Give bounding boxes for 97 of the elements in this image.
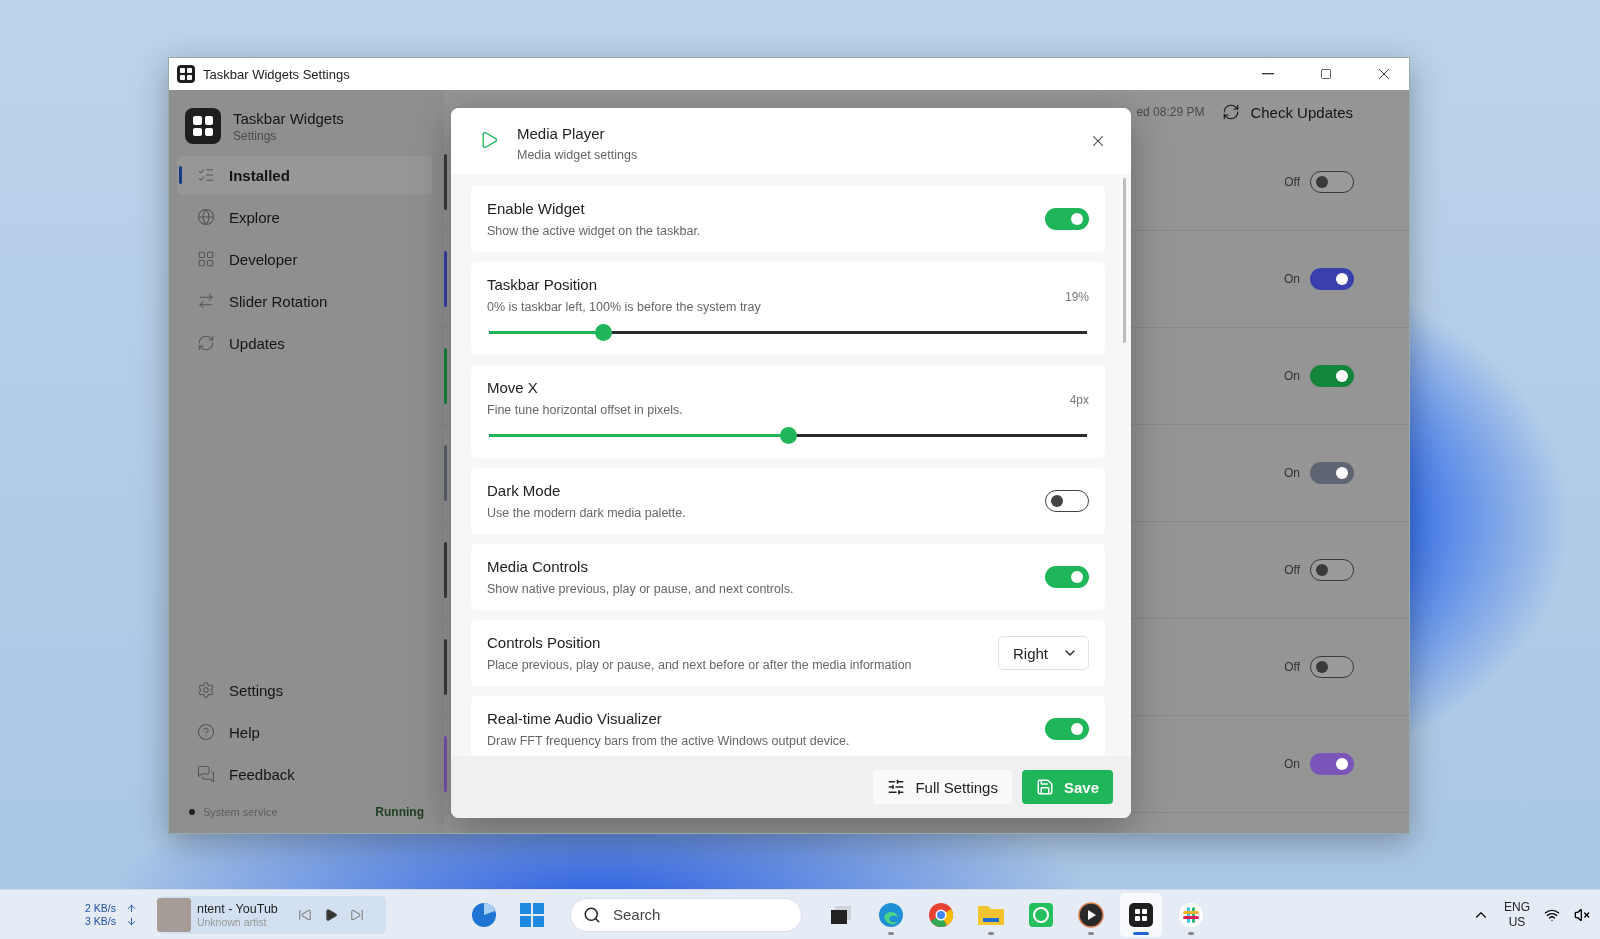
mute-icon[interactable]	[1574, 906, 1590, 923]
nav-icon	[197, 681, 215, 699]
setting-description: 0% is taskbar left, 100% is before the system tray	[487, 300, 762, 314]
next-icon	[349, 907, 364, 922]
widget-toggle[interactable]	[1310, 656, 1354, 678]
slider-value: 19%	[1064, 290, 1089, 304]
dialog-subtitle: Media widget settings	[517, 148, 639, 162]
nav-icon	[197, 292, 215, 310]
nav-item[interactable]: Updates	[177, 324, 432, 362]
search-input[interactable]: Search	[610, 905, 771, 924]
setting-description: Show native previous, play or pause, and next controls.	[487, 582, 795, 596]
down-arrow-icon	[125, 915, 137, 927]
toggle-state: Off	[1284, 563, 1300, 577]
chat-phone-icon	[1027, 901, 1054, 928]
setting-title: Real-time Audio Visualizer	[487, 710, 663, 727]
play-icon	[323, 907, 338, 922]
app-logo	[185, 108, 221, 144]
toggle-state: On	[1284, 272, 1300, 286]
full-settings-button[interactable]: Full Settings	[873, 770, 1012, 804]
setting-title: Media Controls	[487, 558, 589, 575]
setting-description: Draw FFT frequency bars from the active Windows output device.	[487, 734, 851, 748]
status-value: Running	[375, 805, 424, 819]
nav-icon	[197, 723, 215, 741]
minimize-icon	[1262, 73, 1274, 75]
app-name: Taskbar Widgets	[233, 109, 344, 127]
toggle-state: Off	[1284, 660, 1300, 674]
setting-description: Show the active widget on the taskbar.	[487, 224, 702, 238]
setting-title: Taskbar Position	[487, 276, 599, 293]
nav-icon	[197, 334, 215, 352]
dialog-title: Media Player	[517, 125, 606, 142]
setting-title: Controls Position	[487, 634, 602, 651]
scrollbar-thumb[interactable]	[1122, 178, 1126, 343]
sliders-icon	[887, 778, 906, 796]
nav-item[interactable]: Slider Rotation	[177, 282, 432, 320]
status-dot	[189, 809, 195, 815]
setting-title: Dark Mode	[487, 482, 562, 499]
window-title: Taskbar Widgets Settings	[203, 66, 351, 82]
check-updates-button[interactable]: Check Updates	[1216, 102, 1359, 122]
widget-toggle[interactable]	[1310, 268, 1354, 290]
download-speed: 3 KB/s	[85, 914, 116, 928]
refresh-icon	[1222, 103, 1241, 121]
toggle-switch[interactable]	[1045, 718, 1089, 740]
wave-circle-icon	[877, 901, 904, 928]
up-arrow-icon	[125, 902, 137, 914]
widget-toggle[interactable]	[1310, 462, 1354, 484]
maximize-icon	[1320, 68, 1332, 80]
toggle-state: Off	[1284, 175, 1300, 189]
slider-value: 4px	[1069, 393, 1089, 407]
toggle-state: On	[1284, 757, 1300, 771]
album-art-placeholder	[156, 897, 191, 932]
setting-title: Enable Widget	[487, 200, 586, 217]
nav-icon	[197, 765, 215, 783]
previous-icon	[297, 907, 312, 922]
toggle-state: On	[1284, 369, 1300, 383]
nav-item[interactable]: Settings	[177, 671, 432, 709]
setting-description: Place previous, play or pause, and next before or after the media information	[487, 658, 913, 672]
nav-icon	[197, 208, 215, 226]
nav-item[interactable]: Installed	[177, 156, 432, 194]
upload-speed: 2 KB/s	[85, 901, 116, 915]
app-subtitle: Settings	[233, 128, 278, 143]
nav-icon	[197, 166, 215, 184]
language-indicator[interactable]: ENG US	[1504, 899, 1530, 930]
search-icon	[582, 905, 601, 924]
nav-item[interactable]: Developer	[177, 240, 432, 278]
taskbar-app[interactable]	[1119, 892, 1162, 937]
hash-logo-icon	[1177, 901, 1204, 928]
nav-item[interactable]: Explore	[177, 198, 432, 236]
slider-thumb[interactable]	[594, 324, 612, 341]
toggle-switch[interactable]	[1045, 208, 1089, 230]
toggle-switch[interactable]	[1045, 566, 1089, 588]
nav-item[interactable]: Feedback	[177, 755, 432, 793]
widget-toggle[interactable]	[1310, 559, 1354, 581]
toggle-state: On	[1284, 466, 1300, 480]
browser-circle-icon	[927, 901, 954, 928]
play-circle-icon	[1077, 901, 1104, 928]
last-checked-text: ed 08:29 PM	[1136, 105, 1205, 119]
slider-thumb[interactable]	[780, 427, 797, 444]
media-artist: Unknown artist	[196, 915, 268, 928]
grid-app-icon	[1127, 901, 1154, 928]
pie-chart-icon	[470, 901, 497, 928]
app-icon	[177, 65, 195, 83]
save-icon	[1035, 778, 1054, 796]
position-dropdown[interactable]: Right	[997, 636, 1089, 670]
setting-description: Fine tune horizontal offset in pixels.	[487, 403, 684, 417]
widget-toggle[interactable]	[1310, 171, 1354, 193]
nav-item[interactable]: Help	[177, 713, 432, 751]
widget-toggle[interactable]	[1310, 365, 1354, 387]
media-widget[interactable]: ntent - YouTub Unknown artist	[158, 895, 386, 934]
setting-description: Use the modern dark media palette.	[487, 506, 687, 520]
nav-icon	[197, 250, 215, 268]
search-field[interactable]: Search	[569, 897, 802, 932]
windows-logo-icon	[519, 902, 544, 927]
setting-title: Move X	[487, 379, 539, 396]
media-title: ntent - YouTub	[196, 901, 279, 916]
widget-toggle[interactable]	[1310, 753, 1354, 775]
window-stack-icon	[829, 904, 852, 925]
toggle-switch[interactable]	[1045, 490, 1089, 512]
